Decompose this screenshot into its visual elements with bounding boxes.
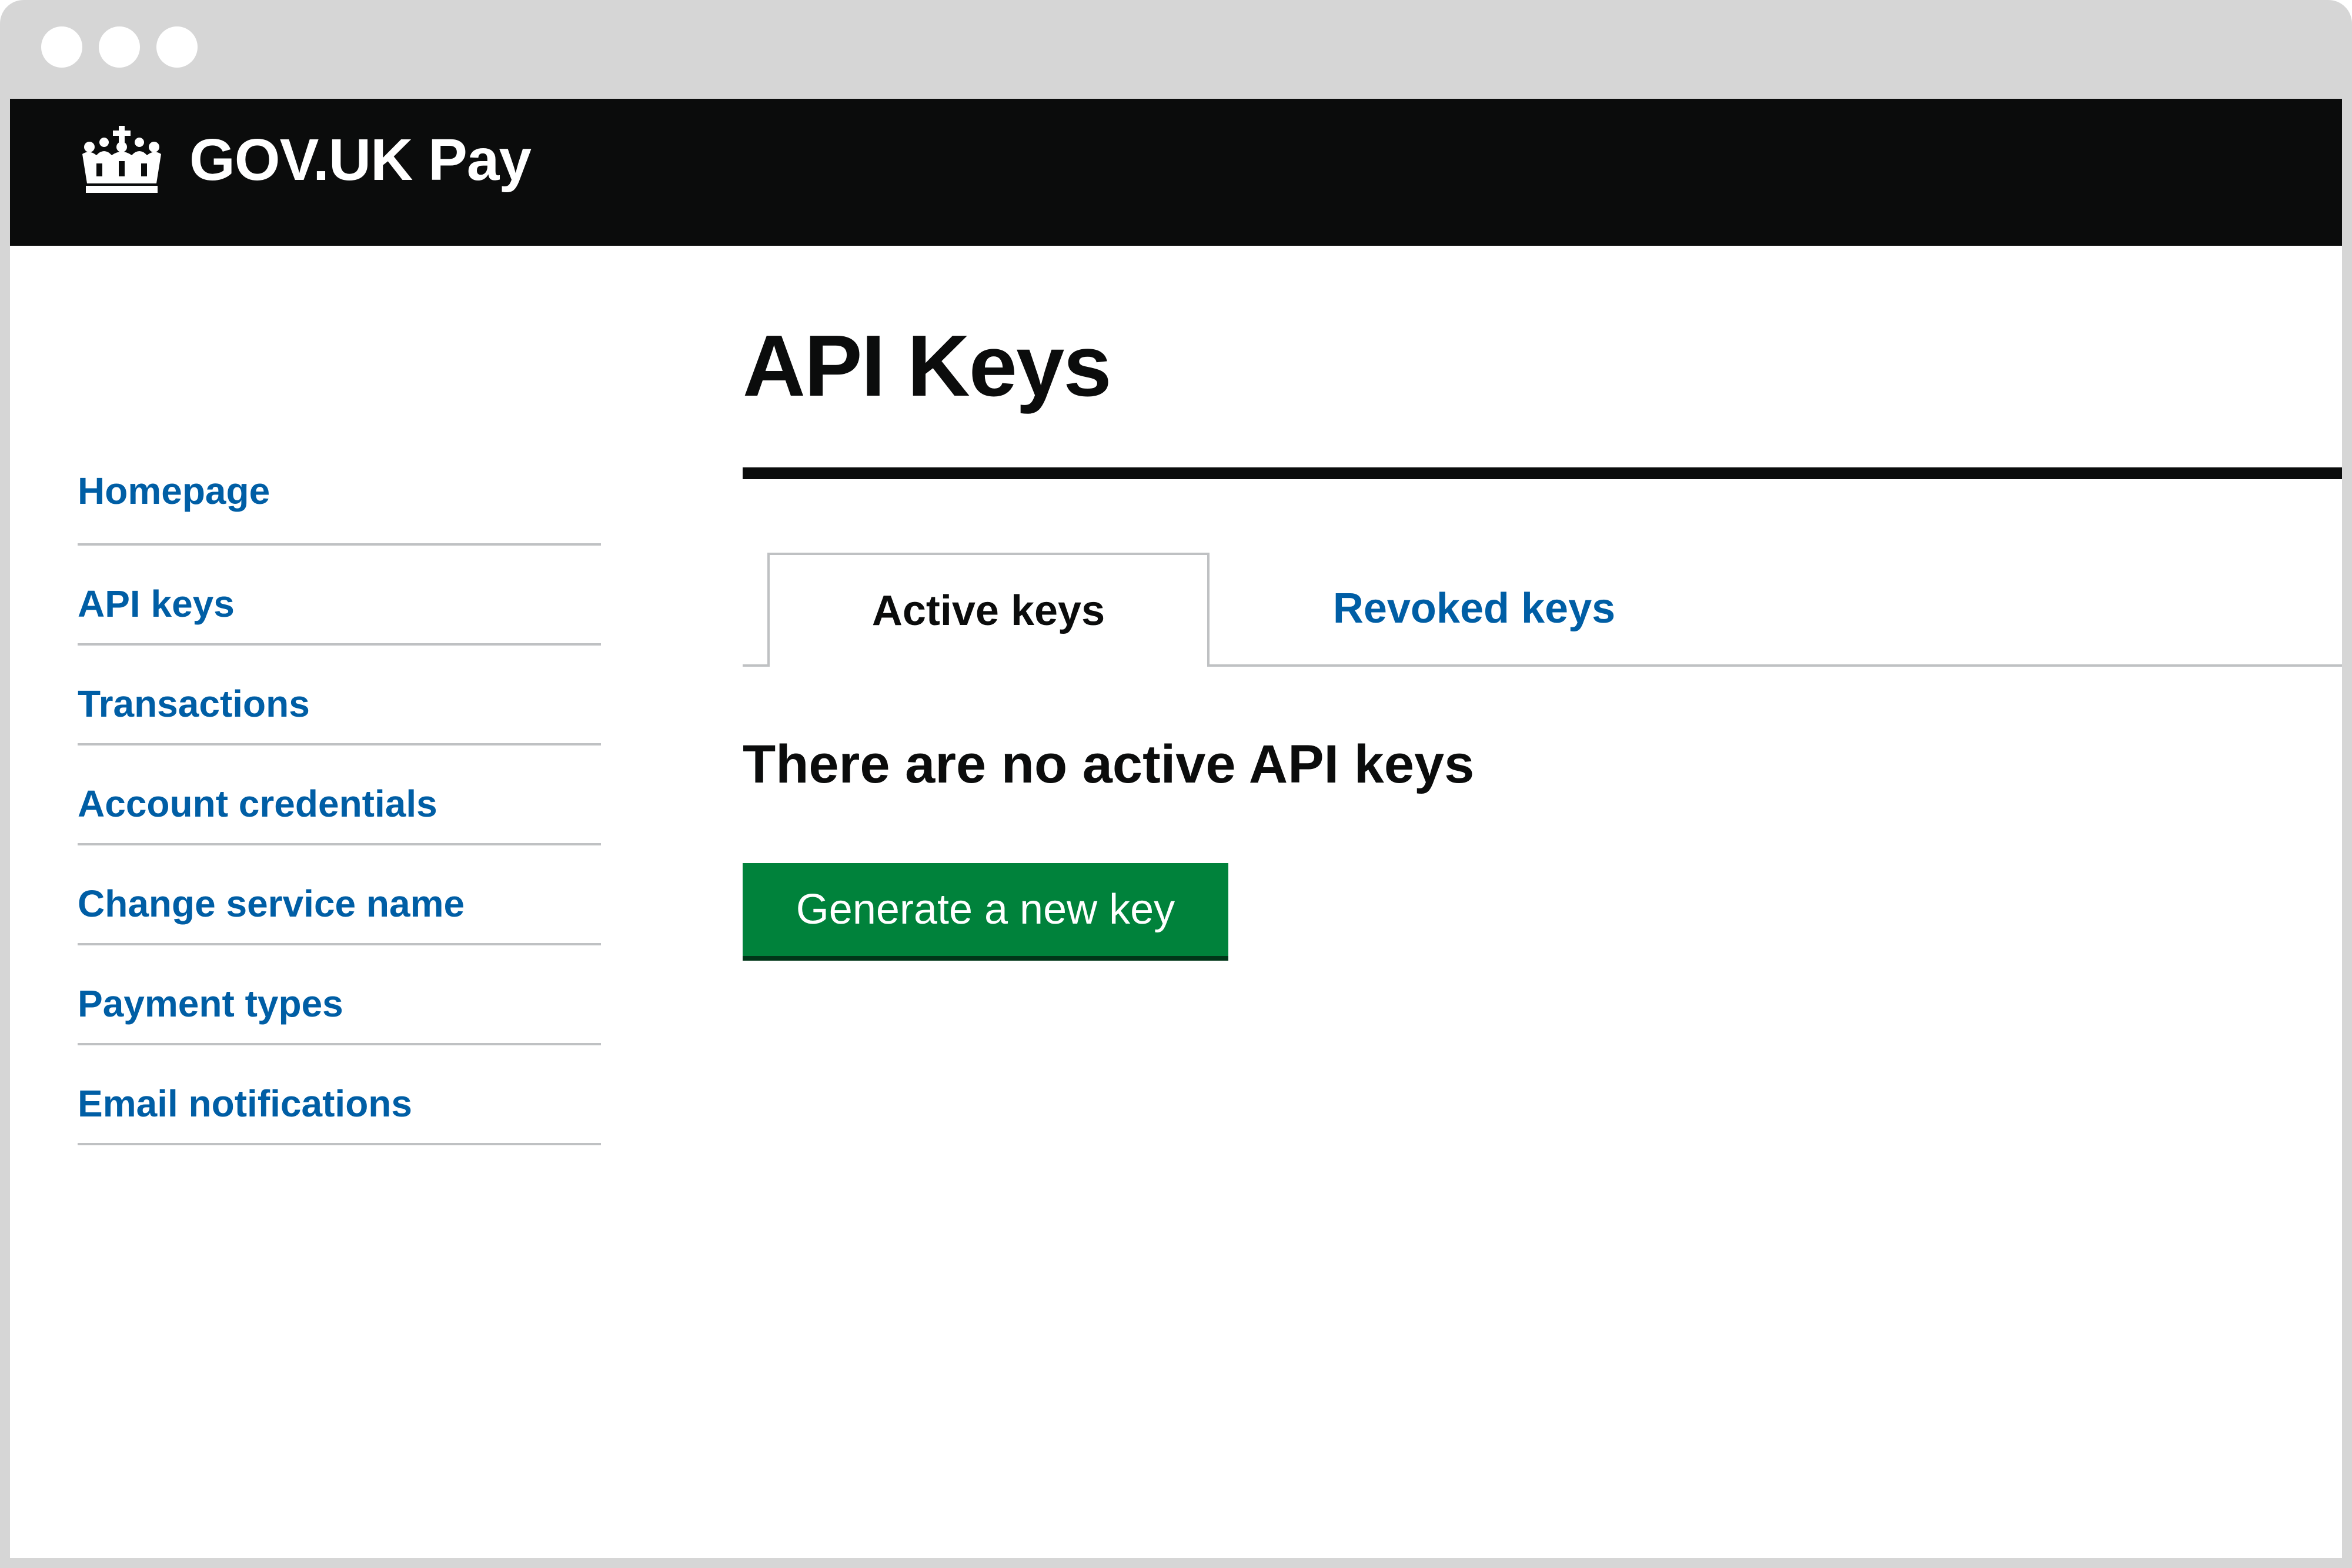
browser-window: GOV.UK Pay Homepage API keys Transaction…: [0, 0, 2352, 1568]
sidebar-item-api-keys[interactable]: API keys: [78, 546, 601, 646]
tab-bar: Active keys Revoked keys: [743, 553, 2342, 667]
sidebar-item-email-notifications[interactable]: Email notifications: [78, 1045, 601, 1145]
sidebar-nav: Homepage API keys Transactions Account c…: [78, 352, 601, 1145]
page-viewport: GOV.UK Pay Homepage API keys Transaction…: [10, 99, 2342, 1558]
tab-active-keys[interactable]: Active keys: [767, 553, 1210, 667]
sidebar-item-transactions[interactable]: Transactions: [78, 646, 601, 745]
empty-state-message: There are no active API keys: [743, 734, 1475, 794]
page-title: API Keys: [743, 317, 1112, 414]
brand-name: GOV.UK Pay: [189, 126, 532, 193]
tab-revoked-keys[interactable]: Revoked keys: [1210, 553, 1739, 664]
crown-icon: [78, 125, 166, 195]
title-divider: [743, 467, 2342, 479]
sidebar-item-payment-types[interactable]: Payment types: [78, 945, 601, 1045]
sidebar-item-account-credentials[interactable]: Account credentials: [78, 745, 601, 845]
brand-link[interactable]: GOV.UK Pay: [78, 125, 532, 195]
generate-new-key-button[interactable]: Generate a new key: [743, 863, 1228, 956]
window-close-dot[interactable]: [41, 26, 82, 68]
sidebar-item-homepage[interactable]: Homepage: [78, 352, 601, 546]
site-header: GOV.UK Pay: [10, 99, 2342, 246]
window-maximize-dot[interactable]: [156, 26, 198, 68]
window-controls: [41, 26, 198, 68]
window-minimize-dot[interactable]: [99, 26, 140, 68]
sidebar-item-change-service-name[interactable]: Change service name: [78, 845, 601, 945]
